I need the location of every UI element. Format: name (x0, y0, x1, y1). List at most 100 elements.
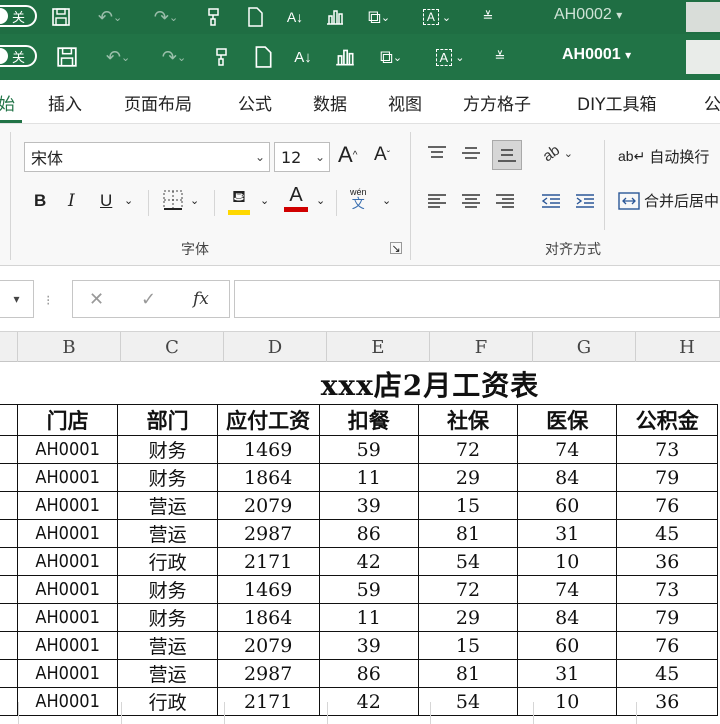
cell[interactable] (0, 547, 18, 576)
cell[interactable]: AH0001 (16, 463, 119, 492)
cancel-icon[interactable]: ✕ (89, 289, 104, 310)
tab-data[interactable]: 数据 (313, 90, 347, 115)
cell[interactable]: 财务 (117, 575, 218, 604)
cell[interactable]: 42 (318, 547, 419, 576)
cell[interactable]: 31 (517, 519, 618, 548)
chevron-down-icon[interactable]: ⌄ (260, 194, 269, 207)
customize-qat-icon[interactable]: ≚ (478, 4, 498, 30)
cell[interactable]: 11 (318, 463, 419, 492)
tab-more[interactable]: 公 (704, 90, 720, 115)
cell[interactable]: 60 (517, 491, 618, 520)
undo-icon[interactable]: ↶ ⌄ (98, 44, 138, 70)
cell[interactable]: 2171 (216, 687, 320, 716)
column-header[interactable]: B (18, 332, 121, 362)
cell[interactable]: 财务 (117, 463, 218, 492)
text-box-icon[interactable]: A ⌄ (426, 44, 474, 70)
front-document-name[interactable]: AH0001 ▾ (562, 46, 631, 64)
cell[interactable]: 11 (318, 603, 419, 632)
cell[interactable]: 54 (417, 547, 519, 576)
tab-formulas[interactable]: 公式 (238, 90, 272, 115)
cell[interactable]: 1864 (216, 463, 320, 492)
format-painter-icon[interactable] (202, 4, 228, 30)
fill-color-button[interactable]: ⛾ (228, 187, 250, 215)
header-cell[interactable]: 医保 (517, 404, 618, 436)
align-top-icon[interactable] (424, 140, 450, 166)
cell[interactable]: 45 (616, 519, 718, 548)
column-header[interactable]: C (121, 332, 224, 362)
font-size-select[interactable]: 12 ⌄ (274, 142, 330, 172)
front-window-button[interactable] (686, 40, 720, 74)
cell[interactable]: 36 (616, 687, 718, 716)
column-header-a[interactable] (0, 332, 18, 362)
cell[interactable]: 74 (517, 575, 618, 604)
underline-button[interactable]: U (100, 191, 112, 211)
cell[interactable]: 76 (616, 491, 718, 520)
shapes-icon[interactable]: ⧉ ⌄ (370, 44, 412, 70)
tab-diy-toolbox[interactable]: DIY工具箱 (577, 90, 657, 115)
cell[interactable]: 79 (616, 463, 718, 492)
chevron-down-icon[interactable]: ⌄ (382, 194, 391, 207)
cell[interactable]: 39 (318, 491, 419, 520)
cell[interactable]: 1469 (216, 435, 320, 464)
border-button[interactable]: ⌄ (162, 189, 199, 211)
cell[interactable]: 76 (616, 631, 718, 660)
cell[interactable]: 财务 (117, 603, 218, 632)
cell[interactable]: 59 (318, 575, 419, 604)
tab-insert[interactable]: 插入 (48, 90, 82, 115)
new-document-icon[interactable] (242, 4, 268, 30)
autosave-toggle[interactable]: 关 (0, 45, 38, 67)
autosave-toggle[interactable]: 关 (0, 5, 38, 27)
cell[interactable]: 36 (616, 547, 718, 576)
chevron-down-icon[interactable]: ⌄ (316, 194, 325, 207)
cell[interactable]: 39 (318, 631, 419, 660)
redo-icon[interactable]: ↷ ⌄ (154, 44, 194, 70)
cell[interactable]: 59 (318, 435, 419, 464)
font-dialog-launcher[interactable]: ↘ (390, 242, 402, 255)
header-cell[interactable]: 门店 (16, 404, 119, 436)
sheet-title[interactable]: xxx店2月工资表 (220, 366, 640, 402)
chevron-down-icon[interactable]: ⌄ (124, 194, 133, 207)
chart-icon[interactable] (322, 4, 348, 30)
column-header[interactable]: E (327, 332, 430, 362)
cell[interactable]: 营运 (117, 659, 218, 688)
cell[interactable]: AH0001 (16, 435, 119, 464)
column-header[interactable]: D (224, 332, 327, 362)
new-document-icon[interactable] (250, 44, 276, 70)
cell[interactable]: 84 (517, 603, 618, 632)
cell[interactable]: 2079 (216, 631, 320, 660)
sort-icon[interactable]: A↓ (290, 44, 316, 70)
cell[interactable]: 15 (417, 491, 519, 520)
cell[interactable]: 86 (318, 659, 419, 688)
cell[interactable]: 45 (616, 659, 718, 688)
cell[interactable]: 86 (318, 519, 419, 548)
cell[interactable]: 73 (616, 435, 718, 464)
header-cell[interactable]: 公积金 (616, 404, 718, 436)
cell[interactable]: 29 (417, 603, 519, 632)
cell[interactable]: 79 (616, 603, 718, 632)
cell[interactable]: 74 (517, 435, 618, 464)
cell[interactable] (0, 575, 18, 604)
cell[interactable]: 81 (417, 659, 519, 688)
cell[interactable]: AH0001 (16, 491, 119, 520)
cell[interactable]: 84 (517, 463, 618, 492)
cell[interactable]: AH0001 (16, 547, 119, 576)
name-box-dropdown[interactable]: ▾ (0, 280, 34, 318)
italic-button[interactable]: I (68, 191, 75, 211)
cell[interactable]: 行政 (117, 687, 218, 716)
cell[interactable] (0, 687, 18, 716)
save-icon[interactable] (48, 4, 74, 30)
orientation-icon[interactable]: ab ⌄ (538, 140, 578, 166)
shrink-font-button[interactable]: Aˇ (374, 144, 390, 166)
back-document-name[interactable]: AH0002 ▾ (554, 6, 622, 24)
cell[interactable]: 财务 (117, 435, 218, 464)
wrap-text-button[interactable]: ab↵ 自动换行 (618, 146, 709, 167)
cell[interactable] (0, 435, 18, 464)
cell[interactable]: 72 (417, 575, 519, 604)
header-cell[interactable]: 社保 (417, 404, 519, 436)
merge-center-button[interactable]: 合并后居中 (618, 190, 719, 211)
cell[interactable]: 1469 (216, 575, 320, 604)
cell[interactable]: AH0001 (16, 519, 119, 548)
save-icon[interactable] (54, 44, 80, 70)
font-name-select[interactable]: 宋体 ⌄ (24, 142, 270, 172)
cell[interactable] (0, 491, 18, 520)
